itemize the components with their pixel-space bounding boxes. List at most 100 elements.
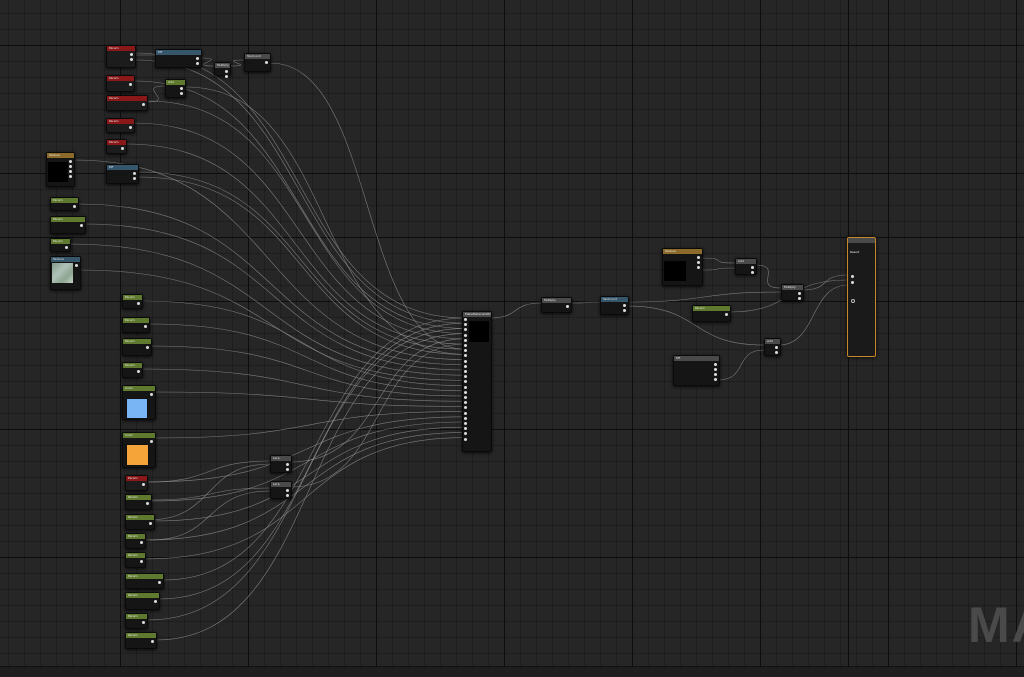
output-pin[interactable]	[180, 92, 183, 95]
param-node-1[interactable]: Param	[106, 45, 136, 68]
result-pin-metallic[interactable]	[851, 281, 854, 284]
output-pin[interactable]	[133, 172, 136, 175]
make-attributes-input-pin[interactable]	[464, 385, 467, 389]
output-pin[interactable]	[697, 261, 700, 264]
output-pin[interactable]	[196, 57, 199, 60]
make-attributes-input-pin[interactable]	[464, 396, 467, 399]
make-attributes-input-pin[interactable]	[464, 359, 467, 363]
material-function-node-right[interactable]: MF	[673, 355, 720, 386]
scalar-param-11[interactable]: Param	[125, 552, 146, 568]
output-pin[interactable]	[137, 370, 140, 373]
scalar-param-9[interactable]: Param	[125, 514, 155, 530]
scalar-param-3[interactable]: Param	[50, 238, 71, 252]
output-pin[interactable]	[775, 351, 778, 354]
output-pin[interactable]	[65, 246, 68, 249]
make-attributes-input-pin[interactable]	[464, 364, 467, 368]
make-attributes-input-pin[interactable]	[464, 416, 467, 420]
output-pin[interactable]	[69, 160, 72, 163]
make-attributes-input-pin[interactable]	[464, 390, 467, 394]
param-node-5[interactable]: Param	[106, 139, 127, 154]
make-attributes-input-pin[interactable]	[464, 318, 467, 321]
make-attributes-input-pin[interactable]	[464, 344, 467, 347]
output-pin[interactable]	[714, 363, 717, 366]
texcoord-node-mid[interactable]: TexCoord	[600, 296, 629, 315]
output-pin[interactable]	[151, 640, 154, 643]
output-pin[interactable]	[566, 305, 569, 308]
output-pin[interactable]	[73, 205, 76, 208]
scalar-param-7[interactable]: Param	[122, 362, 143, 378]
result-pin-specular[interactable]	[851, 299, 855, 303]
output-pin[interactable]	[725, 313, 728, 316]
param-node-2[interactable]: Param	[106, 75, 135, 92]
scalar-param-5[interactable]: Param	[122, 317, 150, 333]
output-pin[interactable]	[140, 560, 143, 563]
make-attributes-input-pin[interactable]	[464, 422, 467, 425]
scalar-param-6[interactable]: Param	[122, 338, 152, 356]
output-pin[interactable]	[142, 103, 145, 106]
param-node-6[interactable]: Param	[125, 475, 148, 491]
material-function-node-2[interactable]: MF	[106, 164, 139, 184]
output-pin[interactable]	[697, 266, 700, 269]
scalar-param-10[interactable]: Param	[125, 533, 146, 549]
param-node-4[interactable]: Param	[106, 118, 135, 133]
texcoord-node-top[interactable]: TexCoord	[244, 53, 271, 72]
output-pin[interactable]	[751, 266, 754, 269]
scalar-param-1[interactable]: Param	[50, 197, 79, 211]
output-pin[interactable]	[286, 489, 289, 492]
output-pin[interactable]	[714, 373, 717, 376]
output-pin[interactable]	[130, 53, 133, 56]
output-pin[interactable]	[714, 368, 717, 371]
make-attributes-input-pin[interactable]	[464, 333, 467, 337]
output-pin[interactable]	[75, 264, 78, 267]
make-attributes-input-pin[interactable]	[464, 370, 467, 373]
output-pin[interactable]	[196, 62, 199, 65]
output-pin[interactable]	[265, 61, 268, 64]
output-pin[interactable]	[69, 170, 72, 173]
output-pin[interactable]	[798, 292, 801, 295]
output-pin[interactable]	[751, 271, 754, 274]
scalar-param-14[interactable]: Param	[125, 613, 148, 629]
output-pin[interactable]	[286, 494, 289, 497]
material-function-node-top[interactable]: MF	[155, 49, 202, 68]
scalar-param-right[interactable]: Param	[692, 305, 731, 322]
scalar-param-8[interactable]: Param	[125, 494, 152, 510]
output-pin[interactable]	[798, 297, 801, 300]
scalar-param-15[interactable]: Param	[125, 632, 157, 649]
output-pin[interactable]	[129, 83, 132, 86]
output-pin[interactable]	[146, 346, 149, 349]
output-pin[interactable]	[180, 87, 183, 90]
output-pin[interactable]	[150, 440, 153, 443]
scalar-param-2[interactable]: Param	[50, 216, 86, 234]
output-pin[interactable]	[623, 304, 626, 307]
make-attributes-input-pin[interactable]	[464, 437, 467, 441]
output-pin[interactable]	[144, 325, 147, 328]
output-pin[interactable]	[225, 70, 228, 73]
output-pin[interactable]	[137, 302, 140, 305]
scalar-param-12[interactable]: Param	[125, 573, 164, 589]
output-pin[interactable]	[129, 126, 132, 129]
output-pin[interactable]	[149, 522, 152, 525]
output-pin[interactable]	[130, 58, 133, 61]
output-pin[interactable]	[158, 581, 161, 584]
multiply-node-mid[interactable]: Multiply	[541, 297, 572, 313]
scalar-param-13[interactable]: Param	[125, 592, 160, 610]
lerp-node-1[interactable]: Lerp	[270, 455, 292, 473]
output-pin[interactable]	[775, 346, 778, 349]
add-node-right-2[interactable]: Add	[764, 338, 781, 356]
add-node-top[interactable]: Add	[165, 79, 186, 98]
add-node-right-1[interactable]: Add	[735, 258, 757, 275]
result-pin-base-color[interactable]	[851, 275, 854, 278]
multiply-node-top[interactable]: Multiply	[214, 62, 231, 78]
make-attributes-input-pin[interactable]	[464, 411, 467, 415]
output-pin[interactable]	[142, 621, 145, 624]
output-pin[interactable]	[714, 378, 717, 381]
output-pin[interactable]	[154, 600, 157, 603]
output-pin[interactable]	[140, 541, 143, 544]
lerp-node-2[interactable]: Lerp	[270, 481, 292, 499]
output-pin[interactable]	[69, 175, 72, 178]
output-pin[interactable]	[80, 224, 83, 227]
output-pin[interactable]	[697, 256, 700, 259]
output-pin[interactable]	[142, 483, 145, 486]
output-pin[interactable]	[150, 393, 153, 396]
material-result-node[interactable]: Result	[847, 237, 876, 357]
